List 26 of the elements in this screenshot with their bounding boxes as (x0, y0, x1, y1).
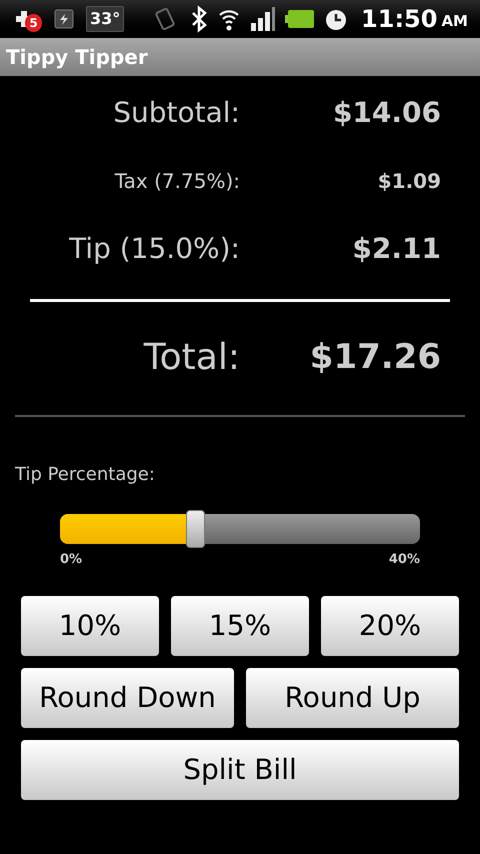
action-button[interactable]: Round Up (246, 668, 459, 728)
summary-value: $14.06 (332, 95, 441, 131)
summary-label: Tax (7.75%): (114, 168, 240, 195)
action-button[interactable]: 10% (21, 596, 159, 656)
summary-value: $17.26 (308, 336, 441, 379)
action-button[interactable]: 20% (321, 596, 459, 656)
clock-meridiem: AM (441, 10, 468, 32)
bluetooth-icon (189, 5, 210, 33)
action-button[interactable]: Split Bill (21, 740, 459, 800)
battery-icon (285, 9, 316, 29)
clock-time: 11:50 (361, 4, 438, 35)
app-title: Tippy Tipper (6, 44, 148, 71)
notification-badge: 5 (25, 14, 42, 32)
slider-min-label: 0% (60, 551, 82, 569)
temperature-badge: 33° (86, 6, 124, 32)
slider-label: Tip Percentage: (14, 463, 156, 487)
summary-label: Subtotal: (112, 95, 240, 131)
signal-icon (249, 5, 278, 33)
summary-value: $1.09 (376, 168, 441, 195)
summary-value: $2.11 (351, 231, 441, 267)
action-button[interactable]: 15% (171, 596, 309, 656)
slider-thumb[interactable] (186, 510, 205, 548)
slider-max-label: 40% (388, 551, 420, 569)
summary-label: Tip (15.0%): (68, 231, 240, 267)
summary-label: Total: (142, 336, 240, 380)
action-button[interactable]: Round Down (21, 668, 234, 728)
